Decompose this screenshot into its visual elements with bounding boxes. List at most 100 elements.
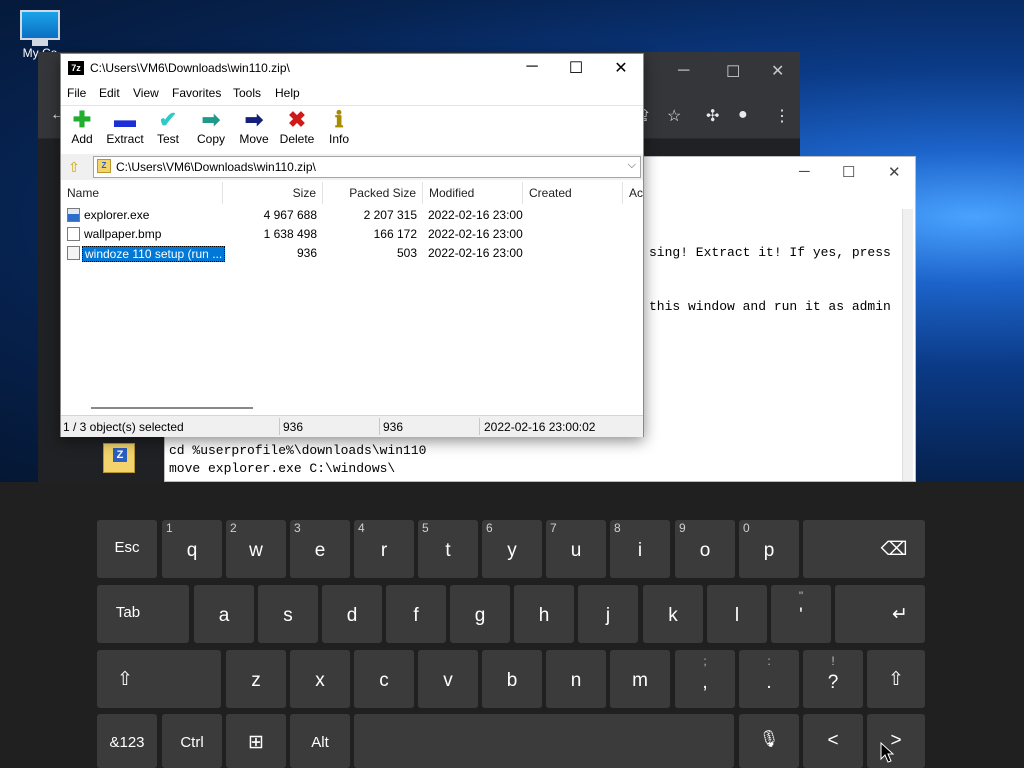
key-p[interactable]: 0p (739, 520, 799, 578)
menu-edit[interactable]: Edit (99, 86, 120, 100)
window-title: C:\Users\VM6\Downloads\win110.zip\ (90, 61, 290, 75)
key-z[interactable]: z (226, 650, 286, 708)
menu-bar: File Edit View Favorites Tools Help (61, 84, 643, 104)
key-t[interactable]: 5t (418, 520, 478, 578)
windows-logo-icon: ⊞ (248, 732, 264, 753)
delete-button[interactable]: ✖ Delete (275, 108, 319, 147)
text-line: sing! Extract it! If yes, press (649, 245, 891, 260)
key-k[interactable]: k (643, 585, 703, 643)
key-symbols[interactable]: &123 (97, 714, 157, 768)
key-d[interactable]: d (322, 585, 382, 643)
menu-help[interactable]: Help (275, 86, 300, 100)
key-x[interactable]: x (290, 650, 350, 708)
table-row[interactable]: wallpaper.bmp 1 638 498 166 172 2022-02-… (61, 225, 643, 244)
folder-up-icon[interactable]: ⇧ (65, 158, 83, 176)
move-button[interactable]: ➡ Move (232, 108, 276, 147)
key-ctrl[interactable]: Ctrl (162, 714, 222, 768)
menu-favorites[interactable]: Favorites (172, 86, 221, 100)
key-enter[interactable]: ↵ (835, 585, 925, 643)
monitor-icon (20, 10, 60, 40)
test-button[interactable]: ✔ Test (146, 108, 190, 147)
close-icon[interactable]: ✕ (888, 163, 901, 181)
minimize-button[interactable]: ─ (517, 58, 547, 76)
table-row-selected[interactable]: windoze 110 setup (run ... 936 503 2022-… (61, 244, 643, 263)
key-period[interactable]: :. (739, 650, 799, 708)
key-w[interactable]: 2w (226, 520, 286, 578)
key-left-arrow[interactable]: < (803, 714, 863, 768)
key-right-arrow[interactable]: > (867, 714, 925, 768)
key-j[interactable]: j (578, 585, 638, 643)
key-space[interactable] (354, 714, 734, 768)
key-r[interactable]: 4r (354, 520, 414, 578)
key-alt[interactable]: Alt (290, 714, 350, 768)
file-modified: 2022-02-16 23:00 (428, 246, 523, 260)
maximize-button[interactable]: ☐ (561, 58, 591, 78)
column-modified[interactable]: Modified (423, 182, 523, 204)
minimize-icon[interactable]: ─ (678, 62, 689, 80)
column-size[interactable]: Size (223, 182, 323, 204)
key-g[interactable]: g (450, 585, 510, 643)
shift-icon: ⇧ (117, 669, 133, 690)
key-n[interactable]: n (546, 650, 606, 708)
file-size: 4 967 688 (263, 208, 317, 222)
star-icon[interactable]: ☆ (667, 106, 681, 126)
key-shift-right[interactable]: ⇧ (867, 650, 925, 708)
column-accessed[interactable]: Ac (623, 182, 643, 204)
key-o[interactable]: 9o (675, 520, 735, 578)
table-row[interactable]: explorer.exe 4 967 688 2 207 315 2022-02… (61, 206, 643, 225)
key-backspace[interactable]: ⌫ (803, 520, 925, 578)
key-h[interactable]: h (514, 585, 574, 643)
zip-archive-icon[interactable]: Z (103, 443, 135, 473)
key-s[interactable]: s (258, 585, 318, 643)
key-c[interactable]: c (354, 650, 414, 708)
key-v[interactable]: v (418, 650, 478, 708)
key-tab[interactable]: Tab (97, 585, 189, 643)
key-windows[interactable]: ⊞ (226, 714, 286, 768)
maximize-icon[interactable]: ☐ (842, 163, 855, 181)
key-a[interactable]: a (194, 585, 254, 643)
key-i[interactable]: 8i (610, 520, 670, 578)
column-packed-size[interactable]: Packed Size (323, 182, 423, 204)
file-packed-size: 166 172 (373, 227, 417, 241)
key-e[interactable]: 3e (290, 520, 350, 578)
scrollbar-thumb[interactable] (91, 407, 253, 409)
key-f[interactable]: f (386, 585, 446, 643)
address-bar: ⇧ Z C:\Users\VM6\Downloads\win110.zip\ ⌵ (61, 154, 643, 180)
key-microphone[interactable]: 🎙 (739, 714, 799, 768)
horizontal-scrollbar[interactable] (65, 404, 639, 412)
key-esc[interactable]: Esc (97, 520, 157, 578)
key-l[interactable]: l (707, 585, 767, 643)
extensions-icon[interactable]: ✣ (706, 106, 719, 126)
path-combobox[interactable]: Z C:\Users\VM6\Downloads\win110.zip\ ⌵ (93, 156, 641, 178)
extract-button[interactable]: ▬ Extract (103, 108, 147, 147)
menu-view[interactable]: View (133, 86, 159, 100)
menu-file[interactable]: File (67, 86, 86, 100)
menu-icon[interactable]: ⋮ (774, 106, 790, 126)
chevron-down-icon[interactable]: ⌵ (628, 159, 636, 172)
add-button[interactable]: ✚ Add (60, 107, 104, 147)
profile-icon[interactable]: ● (738, 106, 748, 124)
copy-button[interactable]: ➡ Copy (189, 108, 233, 147)
close-button[interactable]: ✕ (606, 58, 636, 78)
key-y[interactable]: 6y (482, 520, 542, 578)
column-name[interactable]: Name (61, 182, 223, 204)
key-question[interactable]: !? (803, 650, 863, 708)
key-q[interactable]: 1q (162, 520, 222, 578)
plus-icon: ✚ (72, 107, 92, 132)
close-icon[interactable]: ✕ (771, 61, 784, 81)
key-u[interactable]: 7u (546, 520, 606, 578)
key-b[interactable]: b (482, 650, 542, 708)
minimize-icon[interactable]: ─ (799, 163, 810, 180)
title-bar[interactable]: 7z C:\Users\VM6\Downloads\win110.zip\ ─ … (61, 54, 643, 82)
key-apostrophe[interactable]: " ' (771, 585, 831, 643)
vertical-scrollbar[interactable] (902, 209, 913, 481)
key-shift-left[interactable]: ⇧ (97, 650, 221, 708)
key-m[interactable]: m (610, 650, 670, 708)
status-packed: 936 (383, 420, 404, 434)
column-created[interactable]: Created (523, 182, 623, 204)
info-button[interactable]: ℹ Info (317, 108, 361, 147)
maximize-icon[interactable]: ☐ (726, 62, 740, 82)
archive-icon: Z (97, 159, 111, 173)
key-comma[interactable]: ;, (675, 650, 735, 708)
menu-tools[interactable]: Tools (233, 86, 261, 100)
